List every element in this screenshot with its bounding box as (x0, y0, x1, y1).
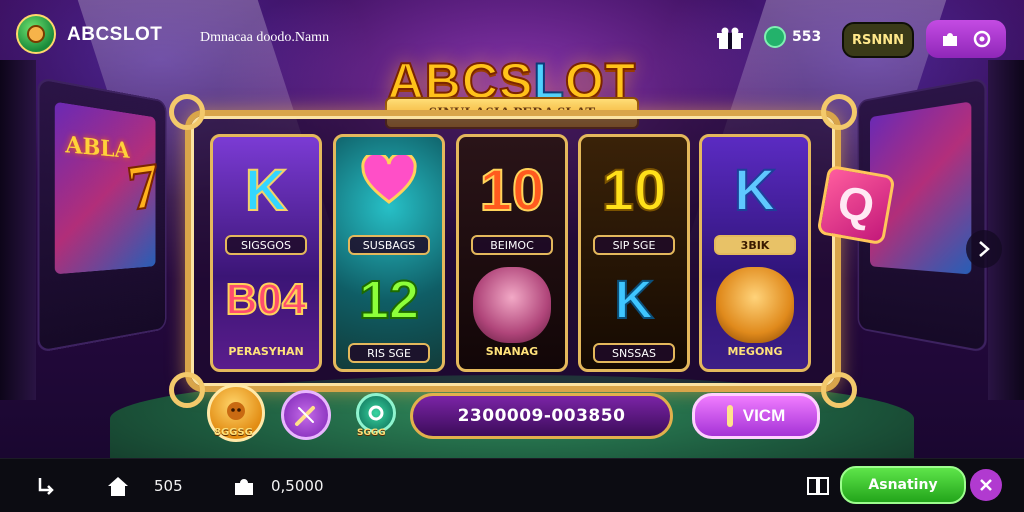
small-button-label: SGGG (357, 428, 386, 438)
spin-button[interactable]: VICM (692, 393, 820, 439)
reel-5[interactable]: K 3BIK MEGONG (699, 134, 811, 372)
domain-text: Dmnacaa doodo.Namn (200, 30, 330, 45)
reel-1[interactable]: K SIGSGOS B04 PERASYHAN (210, 134, 322, 372)
reel-3[interactable]: 10 BEIMOC SNANAG (456, 134, 568, 372)
reel-symbol-bottom: B04 (225, 274, 308, 325)
coin-icon (764, 26, 786, 48)
reel-label-bottom: RIS SGE (348, 343, 430, 363)
next-arrow-button[interactable] (966, 230, 1002, 268)
coin-button-label: 8GGSG (214, 427, 253, 438)
left-edge-machine (0, 60, 36, 400)
reel-label-top: 3BIK (714, 235, 796, 255)
coin-value: 553 (792, 29, 822, 45)
frame-ornament (821, 372, 857, 408)
tiger-icon (473, 267, 551, 343)
heart-icon (361, 151, 417, 205)
reel-symbol-top: 10 (479, 158, 546, 224)
bonus-button[interactable] (232, 459, 258, 512)
book-icon (807, 477, 829, 495)
win-amount-display: 2300009-003850 (410, 393, 673, 439)
reel-symbol-top: K (244, 158, 288, 224)
side-q-symbol: Q (816, 164, 896, 246)
reel-symbol-top: 10 (601, 158, 668, 224)
reel-label-bottom: MEGONG (727, 345, 783, 358)
reel-label-top: SUSBAGS (348, 235, 430, 255)
reel-label-bottom: PERASYHAN (228, 345, 304, 358)
close-icon (980, 479, 992, 491)
reel-2[interactable]: SUSBAGS 12 RIS SGE (333, 134, 445, 372)
chevron-right-icon (979, 241, 990, 257)
gift-icon[interactable] (716, 27, 744, 51)
gear-icon (368, 405, 384, 421)
action-button[interactable]: Asnatiny (840, 466, 966, 504)
reel-label-bottom: SNSSAS (593, 343, 675, 363)
frame-ornament (169, 94, 205, 130)
lion-icon (716, 267, 794, 343)
frame-ornament (821, 94, 857, 130)
right-edge-machine (988, 60, 1024, 400)
auto-play-button[interactable] (281, 390, 331, 440)
logo-icon[interactable] (16, 14, 56, 54)
frame-ornament (169, 372, 205, 408)
reel-label-top: SIGSGOS (225, 235, 307, 255)
spin-bar-icon (726, 405, 733, 427)
back-icon (38, 478, 54, 495)
settings-gear-button[interactable] (356, 393, 396, 433)
back-button[interactable] (34, 459, 56, 512)
reel-label-top: BEIMOC (471, 235, 553, 255)
reel-label-bottom: SNANAG (485, 345, 539, 358)
settings-icon[interactable] (972, 29, 992, 49)
coin-balance[interactable]: 553 (764, 26, 821, 48)
reel-symbol-bottom: K (614, 269, 655, 331)
reel-symbol-bottom: 12 (358, 269, 420, 331)
puzzle-icon (235, 479, 253, 495)
brand-name[interactable]: ABCSLOT (67, 24, 162, 46)
reel-4[interactable]: 10 SIP SGE K SNSSAS (578, 134, 690, 372)
reel-label-top: SIP SGE (593, 235, 675, 255)
spin-label: VICM (742, 406, 786, 425)
home-button[interactable] (106, 459, 130, 512)
wand-icon (295, 406, 315, 426)
reel-symbol-top: K (733, 158, 777, 224)
home-value: 505 (154, 477, 183, 495)
character-icon (227, 402, 245, 420)
book-button[interactable] (806, 459, 830, 512)
puzzle-icon[interactable] (940, 29, 960, 49)
close-button[interactable] (970, 469, 1002, 501)
bonus-value: 0,5000 (271, 477, 324, 495)
home-icon (108, 477, 128, 496)
